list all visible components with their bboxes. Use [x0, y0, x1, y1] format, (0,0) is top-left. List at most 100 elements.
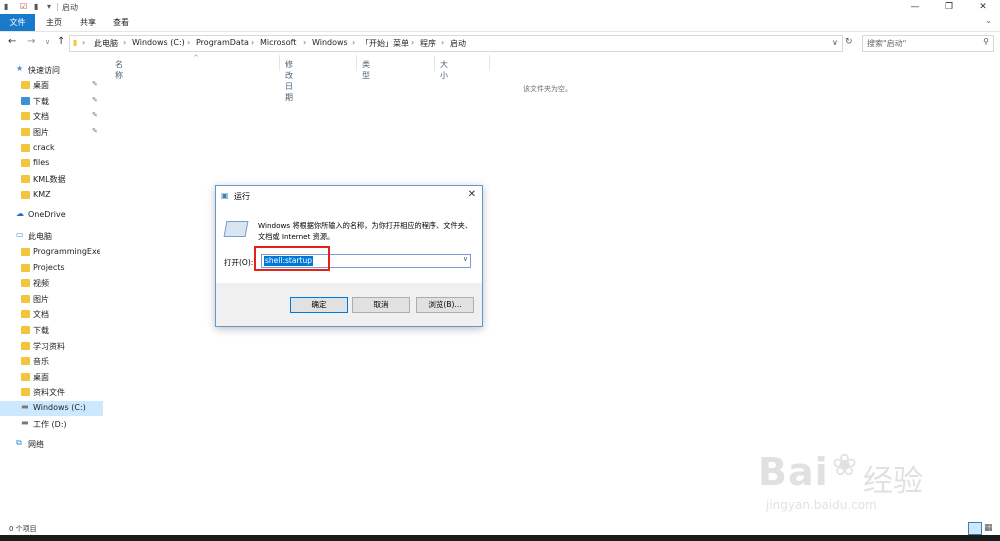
- breadcrumb-item[interactable]: 启动: [450, 38, 466, 49]
- chevron-right-icon: ›: [251, 38, 255, 47]
- chevron-right-icon: ›: [123, 38, 127, 47]
- nav-item[interactable]: 下载: [0, 323, 103, 338]
- address-row: ← → ∨ ↑ ▮ › 此电脑 › Windows (C:) › Program…: [0, 32, 1000, 54]
- nav-item[interactable]: Projects: [0, 261, 103, 276]
- nav-item[interactable]: 学习资料: [0, 339, 103, 354]
- nav-item-label: 桌面: [33, 373, 49, 382]
- expand-ribbon-icon[interactable]: ⌄: [985, 16, 992, 25]
- recent-dropdown-icon[interactable]: ∨: [45, 38, 50, 46]
- title-separator: |: [56, 2, 59, 11]
- paw-icon: ❀: [832, 448, 858, 483]
- up-icon[interactable]: ↑: [57, 36, 65, 47]
- breadcrumb-item[interactable]: Microsoft: [260, 38, 296, 47]
- nav-item[interactable]: ▭ 此电脑: [0, 229, 103, 244]
- minimize-button[interactable]: —: [898, 0, 932, 14]
- breadcrumb-item[interactable]: Windows (C:): [132, 38, 185, 47]
- nav-item[interactable]: files: [0, 156, 103, 171]
- sort-up-icon: ^: [193, 54, 199, 62]
- back-icon[interactable]: ←: [8, 36, 16, 47]
- large-icons-view-icon[interactable]: ▦: [984, 523, 993, 533]
- close-button[interactable]: ✕: [966, 0, 1000, 14]
- nav-item[interactable]: 图片 ✎: [0, 125, 103, 140]
- column-modified[interactable]: 修改日期: [285, 59, 293, 103]
- folder-icon: [21, 191, 30, 199]
- nav-item[interactable]: 桌面 ✎: [0, 78, 103, 93]
- pin-icon[interactable]: ✎: [92, 127, 98, 135]
- nav-item-label: 下载: [33, 326, 49, 335]
- forward-icon[interactable]: →: [27, 36, 35, 47]
- nav-item[interactable]: 视频: [0, 276, 103, 291]
- nav-item[interactable]: 文档: [0, 307, 103, 322]
- folder-icon: [21, 295, 30, 303]
- nav-item[interactable]: 资料文件: [0, 385, 103, 400]
- chevron-down-icon[interactable]: ∨: [463, 255, 468, 263]
- nav-item[interactable]: KMZ: [0, 188, 103, 203]
- nav-item-label: 资料文件: [33, 388, 65, 397]
- nav-item[interactable]: crack: [0, 141, 103, 156]
- pin-icon[interactable]: ✎: [92, 111, 98, 119]
- nav-item[interactable]: ▬ Windows (C:): [0, 401, 103, 416]
- nav-item[interactable]: 音乐: [0, 354, 103, 369]
- nav-item-label: 下载: [33, 97, 49, 106]
- watermark-url: jingyan.baidu.com: [766, 498, 877, 512]
- breadcrumb-item[interactable]: ProgramData: [196, 38, 249, 47]
- ok-button[interactable]: 确定: [290, 297, 348, 313]
- column-name[interactable]: 名称: [115, 59, 123, 81]
- nav-item[interactable]: 下载 ✎: [0, 94, 103, 109]
- nav-item-label: 桌面: [33, 81, 49, 90]
- new-folder-icon[interactable]: ▮: [34, 2, 38, 11]
- folder-icon: [21, 310, 30, 318]
- breadcrumb-item[interactable]: Windows: [312, 38, 348, 47]
- column-separator[interactable]: [279, 55, 280, 71]
- item-count: 0 个项目: [9, 525, 37, 533]
- chevron-down-icon[interactable]: ∨: [832, 38, 838, 47]
- nav-item[interactable]: ProgrammingExer: [0, 245, 103, 260]
- chevron-right-icon: ›: [411, 38, 415, 47]
- search-icon[interactable]: ⚲: [983, 37, 989, 46]
- column-separator[interactable]: [434, 55, 435, 71]
- nav-item[interactable]: ★ 快速访问: [0, 63, 103, 78]
- folder-icon: [21, 128, 30, 136]
- maximize-button[interactable]: ❐: [932, 0, 966, 14]
- title-bar: ▮ ☑ ▮ ▾ | 启动 — ❐ ✕: [0, 0, 1000, 14]
- folder-icon: ▮: [4, 2, 9, 11]
- nav-item[interactable]: 文档 ✎: [0, 109, 103, 124]
- column-type[interactable]: 类型: [362, 59, 370, 81]
- close-icon[interactable]: ✕: [468, 189, 476, 200]
- chevron-right-icon: ›: [303, 38, 307, 47]
- search-box[interactable]: 搜索"启动" ⚲: [862, 35, 994, 52]
- pin-icon[interactable]: ✎: [92, 80, 98, 88]
- pin-icon[interactable]: ✎: [92, 96, 98, 104]
- breadcrumb-item[interactable]: 程序: [420, 38, 436, 49]
- column-size[interactable]: 大小: [440, 59, 448, 81]
- nav-item[interactable]: 桌面: [0, 370, 103, 385]
- column-separator[interactable]: [356, 55, 357, 71]
- refresh-icon[interactable]: ↻: [845, 37, 853, 47]
- properties-icon[interactable]: ☑: [20, 2, 27, 11]
- nav-item-label: ProgrammingExer: [33, 247, 100, 256]
- tab-view[interactable]: 查看: [105, 14, 137, 31]
- address-bar[interactable]: ▮ › 此电脑 › Windows (C:) › ProgramData › M…: [69, 35, 843, 52]
- tab-home[interactable]: 主页: [38, 14, 70, 31]
- nav-item[interactable]: 图片: [0, 292, 103, 307]
- nav-item[interactable]: ▬ 工作 (D:): [0, 417, 103, 432]
- customize-qa-icon[interactable]: ▾: [47, 2, 51, 11]
- folder-icon: [21, 112, 30, 120]
- cancel-button[interactable]: 取消: [352, 297, 410, 313]
- tab-file[interactable]: 文件: [0, 14, 35, 31]
- nav-item-label: 此电脑: [28, 232, 52, 241]
- run-program-icon: [223, 221, 249, 237]
- search-input[interactable]: 搜索"启动": [867, 38, 906, 49]
- chevron-right-icon: ›: [187, 38, 191, 47]
- breadcrumb-item[interactable]: 「开始」菜单: [361, 38, 409, 49]
- breadcrumb-item[interactable]: 此电脑: [94, 38, 118, 49]
- column-separator[interactable]: [489, 55, 490, 71]
- nav-item[interactable]: ⧉ 网络: [0, 437, 103, 452]
- folder-icon: [21, 279, 30, 287]
- nav-item[interactable]: KML数据: [0, 172, 103, 187]
- nav-item[interactable]: ☁ OneDrive: [0, 208, 103, 223]
- details-view-icon[interactable]: [968, 522, 982, 535]
- browse-button[interactable]: 浏览(B)...: [416, 297, 474, 313]
- download-folder-icon: [21, 97, 30, 105]
- tab-share[interactable]: 共享: [72, 14, 104, 31]
